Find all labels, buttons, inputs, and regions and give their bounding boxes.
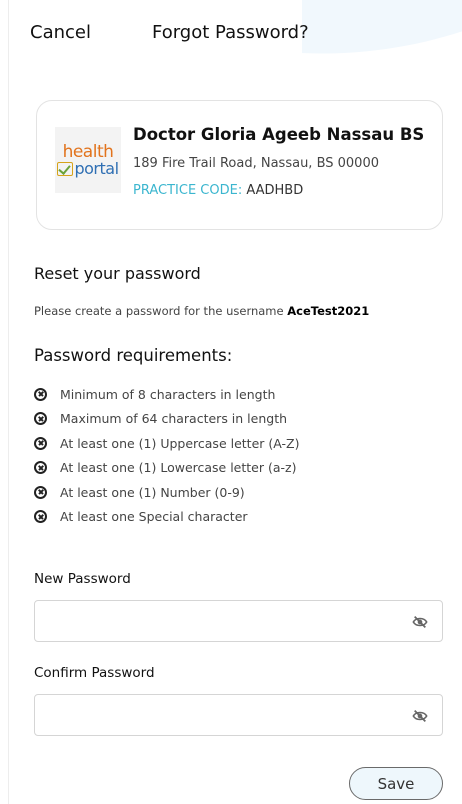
confirm-password-label: Confirm Password [34, 665, 155, 681]
requirement-text: Minimum of 8 characters in length [60, 386, 276, 402]
requirement-text: At least one Special character [60, 509, 248, 525]
left-divider [8, 0, 9, 804]
requirement-item: At least one (1) Lowercase letter (a-z) [34, 456, 299, 481]
header: Cancel Forgot Password? [30, 22, 452, 52]
reset-instruction: Please create a password for the usernam… [34, 304, 369, 318]
requirement-text: At least one (1) Lowercase letter (a-z) [60, 460, 297, 476]
requirement-text: At least one (1) Number (0-9) [60, 484, 245, 500]
requirements-title: Password requirements: [34, 346, 233, 365]
logo-text-bottom: portal [74, 158, 119, 178]
requirements-list: Minimum of 8 characters in length Maximu… [34, 382, 299, 529]
practice-card: health portal Doctor Gloria Ageeb Nassau… [36, 100, 443, 230]
new-password-field [34, 600, 443, 642]
requirement-item: At least one (1) Number (0-9) [34, 480, 299, 505]
practice-address: 189 Fire Trail Road, Nassau, BS 00000 [133, 156, 379, 171]
practice-code: PRACTICE CODE: AADHBD [133, 183, 434, 198]
eye-slash-icon[interactable] [412, 614, 428, 630]
logo-text-top: health [62, 141, 114, 162]
forgot-password-screen: Cancel Forgot Password? health portal Do… [0, 0, 462, 804]
requirement-text: Maximum of 64 characters in length [60, 411, 288, 427]
page-title: Forgot Password? [152, 22, 309, 43]
new-password-label: New Password [34, 571, 131, 587]
x-circle-icon [34, 387, 47, 401]
username: AceTest2021 [287, 304, 370, 318]
instruction-text: Please create a password for the usernam… [34, 304, 284, 318]
requirement-item: At least one (1) Uppercase letter (A-Z) [34, 431, 299, 456]
requirement-item: At least one Special character [34, 505, 299, 530]
health-portal-logo: health portal [55, 127, 121, 193]
requirement-item: Maximum of 64 characters in length [34, 407, 299, 432]
new-password-input[interactable] [35, 601, 442, 641]
practice-info: Doctor Gloria Ageeb Nassau BS 189 Fire T… [133, 125, 434, 198]
x-circle-icon [34, 436, 47, 450]
x-circle-icon [34, 510, 47, 524]
confirm-password-field [34, 694, 443, 736]
cancel-button[interactable]: Cancel [30, 22, 91, 43]
practice-code-value: AADHBD [246, 183, 304, 198]
confirm-password-input[interactable] [35, 695, 442, 735]
save-button[interactable]: Save [349, 767, 443, 800]
x-circle-icon [34, 461, 47, 475]
practice-code-label: PRACTICE CODE: [133, 183, 243, 198]
requirement-text: At least one (1) Uppercase letter (A-Z) [60, 435, 300, 451]
x-circle-icon [34, 485, 47, 499]
reset-title: Reset your password [34, 264, 201, 283]
checkbox-logo-icon [57, 161, 74, 176]
eye-slash-icon[interactable] [412, 708, 428, 724]
logo-text-bottom-wrap: portal [57, 158, 119, 178]
requirement-item: Minimum of 8 characters in length [34, 382, 299, 407]
doctor-name: Doctor Gloria Ageeb Nassau BS [133, 125, 425, 144]
x-circle-icon [34, 412, 47, 426]
